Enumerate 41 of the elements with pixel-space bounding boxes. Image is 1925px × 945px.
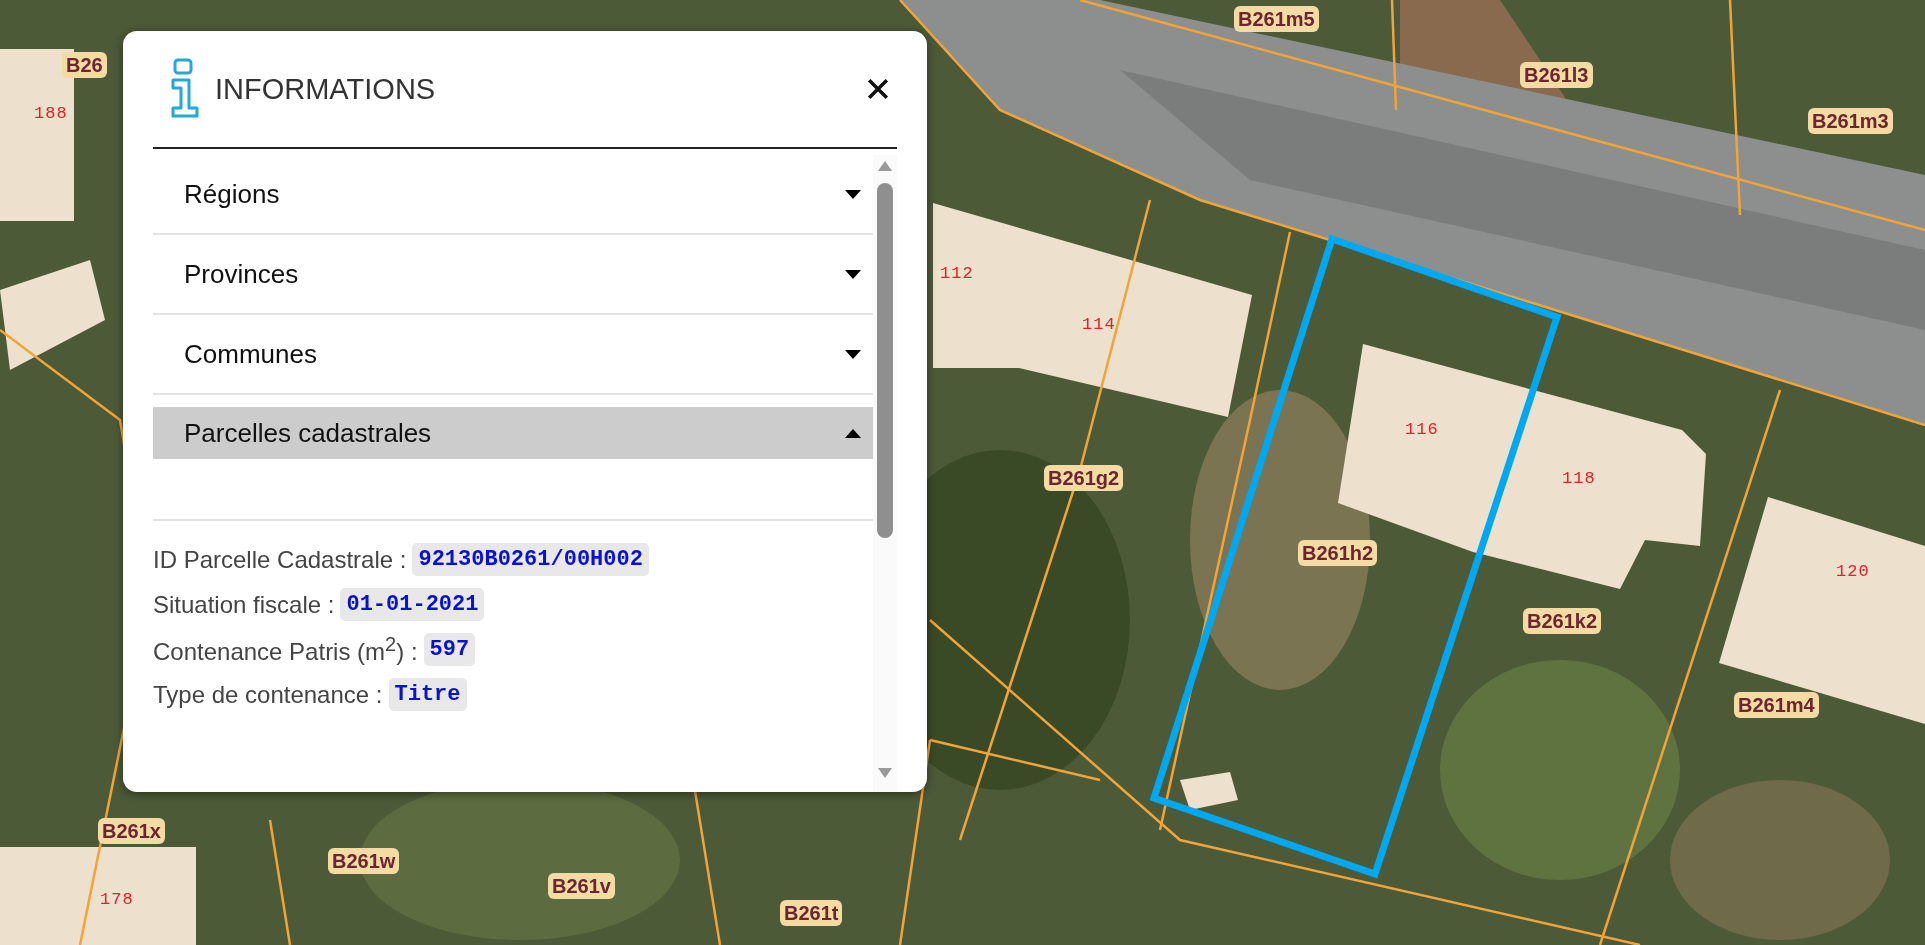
info-icon (169, 58, 201, 120)
caret-icon (845, 269, 861, 279)
accordion-header[interactable]: Régions (153, 155, 873, 235)
parcel-label: B261v (548, 873, 615, 899)
scroll-down-icon[interactable] (878, 768, 892, 778)
parcel-label: B261h2 (1298, 540, 1378, 566)
parcel-label: B261x (98, 818, 165, 844)
property-value: 92130B0261/00H002 (412, 543, 649, 576)
caret-icon (845, 189, 861, 199)
house-number: 118 (1562, 469, 1596, 488)
accordion-header[interactable]: Provinces (153, 235, 873, 315)
parcel-label: B26 (62, 52, 107, 78)
property-value: Titre (388, 678, 467, 711)
property-label: Situation fiscale : (153, 590, 335, 619)
caret-icon (845, 349, 861, 359)
scrollbar[interactable] (873, 155, 897, 792)
parcel-label: B261l3 (1520, 62, 1593, 88)
parcel-label: B261w (328, 848, 400, 874)
caret-icon (845, 428, 861, 438)
house-number: 114 (1082, 315, 1116, 334)
parcel-label: B261m3 (1808, 108, 1893, 134)
house-number: 120 (1836, 562, 1870, 581)
parcel-label: B261m5 (1234, 6, 1319, 32)
property-value: 597 (423, 633, 476, 666)
parcel-label: B261k2 (1523, 608, 1602, 634)
parcel-label: B261g2 (1044, 465, 1124, 491)
house-number: 188 (34, 104, 68, 123)
parcel-label: B261t (780, 900, 843, 926)
panel-title: INFORMATIONS (215, 72, 437, 106)
close-icon[interactable] (867, 78, 889, 100)
parcel-label: B261m4 (1734, 692, 1819, 718)
house-number: 178 (100, 890, 134, 909)
house-number: 112 (940, 264, 974, 283)
scroll-up-icon[interactable] (878, 161, 892, 171)
property-label: ID Parcelle Cadastrale : (153, 545, 407, 574)
accordion-header[interactable]: Parcelles cadastrales (153, 407, 873, 459)
property-label: Type de contenance : (153, 680, 383, 709)
accordion-header[interactable]: Communes (153, 315, 873, 395)
property-label: Contenance Patris (m$^{2}$) : (153, 633, 418, 666)
house-number: 116 (1405, 420, 1439, 439)
property-value: 01-01-2021 (340, 588, 485, 621)
